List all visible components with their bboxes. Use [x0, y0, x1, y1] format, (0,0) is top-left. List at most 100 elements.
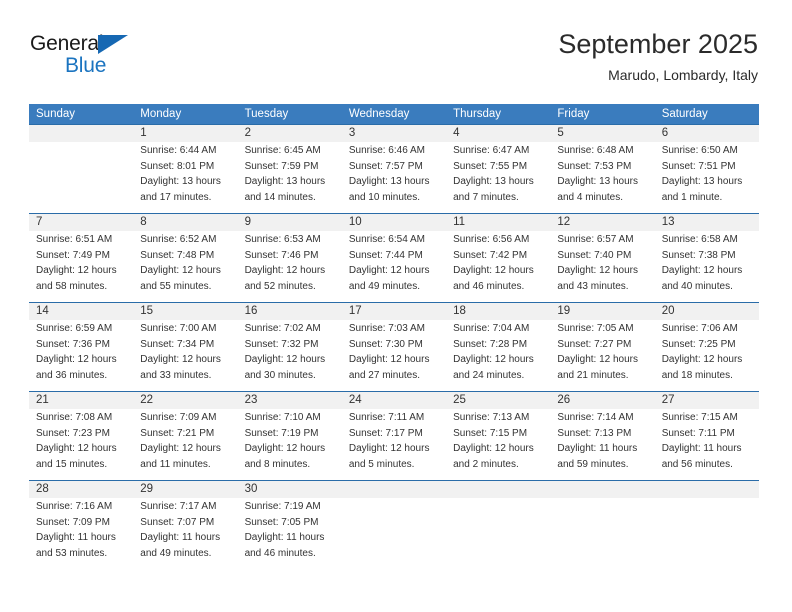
calendar-grid: Sunday Monday Tuesday Wednesday Thursday…: [29, 104, 759, 567]
day-cell[interactable]: 18 Sunrise: 7:04 AM Sunset: 7:28 PM Dayl…: [446, 303, 550, 391]
day-number: 23: [244, 394, 258, 406]
day-cell[interactable]: 7 Sunrise: 6:51 AM Sunset: 7:49 PM Dayli…: [29, 214, 133, 302]
day-number: 13: [661, 216, 675, 228]
day-cell[interactable]: 20 Sunrise: 7:06 AM Sunset: 7:25 PM Dayl…: [655, 303, 759, 391]
daylight-text-line1: Daylight: 13 hours: [348, 176, 430, 188]
day-cell[interactable]: [446, 481, 550, 567]
daylight-text-line1: Daylight: 13 hours: [453, 176, 534, 188]
day-cell[interactable]: 13 Sunrise: 6:58 AM Sunset: 7:38 PM Dayl…: [655, 214, 759, 302]
page-title: September 2025: [558, 29, 758, 59]
daylight-text-line2: and 56 minutes.: [661, 458, 733, 470]
weekday-sunday: Sunday: [36, 108, 76, 120]
daylight-text-line1: Daylight: 11 hours: [661, 443, 742, 455]
day-cell[interactable]: 2 Sunrise: 6:45 AM Sunset: 7:59 PM Dayli…: [238, 125, 342, 213]
sunrise-text: Sunrise: 6:47 AM: [453, 145, 530, 156]
daylight-text-line1: Daylight: 12 hours: [244, 443, 326, 455]
daylight-text-line2: and 8 minutes.: [244, 458, 311, 470]
day-cell[interactable]: 1 Sunrise: 6:44 AM Sunset: 8:01 PM Dayli…: [133, 125, 237, 213]
general-blue-logo[interactable]: General Blue: [30, 32, 150, 84]
sunrise-text: Sunrise: 7:00 AM: [140, 323, 217, 334]
day-cell[interactable]: 17 Sunrise: 7:03 AM Sunset: 7:30 PM Dayl…: [342, 303, 446, 391]
day-cell[interactable]: 16 Sunrise: 7:02 AM Sunset: 7:32 PM Dayl…: [238, 303, 342, 391]
day-cell[interactable]: 24 Sunrise: 7:11 AM Sunset: 7:17 PM Dayl…: [342, 392, 446, 480]
day-number: 6: [661, 127, 669, 139]
day-number: 10: [348, 216, 362, 228]
day-cell[interactable]: 27 Sunrise: 7:15 AM Sunset: 7:11 PM Dayl…: [655, 392, 759, 480]
day-number: 3: [348, 127, 356, 139]
daylight-text-line2: and 18 minutes.: [661, 369, 733, 381]
day-cell[interactable]: 5 Sunrise: 6:48 AM Sunset: 7:53 PM Dayli…: [550, 125, 654, 213]
sunset-text: Sunset: 7:53 PM: [557, 160, 632, 172]
day-cell[interactable]: 25 Sunrise: 7:13 AM Sunset: 7:15 PM Dayl…: [446, 392, 550, 480]
daylight-text-line1: Daylight: 12 hours: [36, 354, 117, 366]
day-cell[interactable]: 26 Sunrise: 7:14 AM Sunset: 7:13 PM Dayl…: [550, 392, 654, 480]
day-number: 17: [348, 305, 362, 317]
daylight-text-line2: and 33 minutes.: [140, 369, 212, 381]
day-cell[interactable]: [29, 125, 133, 213]
sunset-text: Sunset: 7:44 PM: [348, 249, 423, 261]
day-number: 1: [140, 127, 147, 139]
sunrise-text: Sunrise: 7:19 AM: [244, 501, 321, 512]
day-cell[interactable]: 15 Sunrise: 7:00 AM Sunset: 7:34 PM Dayl…: [133, 303, 237, 391]
day-cell[interactable]: [655, 481, 759, 567]
day-cell[interactable]: 11 Sunrise: 6:56 AM Sunset: 7:42 PM Dayl…: [446, 214, 550, 302]
day-cell[interactable]: [342, 481, 446, 567]
sunrise-text: Sunrise: 7:06 AM: [661, 323, 738, 334]
daylight-text-line2: and 52 minutes.: [244, 280, 316, 292]
day-number: 4: [453, 127, 460, 139]
sunset-text: Sunset: 7:23 PM: [36, 427, 110, 439]
daylight-text-line2: and 14 minutes.: [244, 191, 316, 203]
daylight-text-line1: Daylight: 13 hours: [661, 176, 743, 188]
sunset-text: Sunset: 7:48 PM: [140, 249, 215, 261]
daylight-text-line1: Daylight: 11 hours: [557, 443, 638, 455]
title-block: September 2025 Marudo, Lombardy, Italy: [558, 28, 758, 84]
day-cell[interactable]: 12 Sunrise: 6:57 AM Sunset: 7:40 PM Dayl…: [550, 214, 654, 302]
daylight-text-line2: and 30 minutes.: [244, 369, 316, 381]
day-number: 20: [661, 305, 675, 317]
day-number: 2: [244, 127, 251, 139]
day-cell[interactable]: [550, 481, 654, 567]
sunrise-text: Sunrise: 7:14 AM: [557, 412, 634, 423]
day-number: 16: [244, 305, 258, 317]
daylight-text-line2: and 1 minute.: [661, 191, 723, 203]
logo-text-blue: Blue: [65, 54, 107, 77]
day-cell[interactable]: 19 Sunrise: 7:05 AM Sunset: 7:27 PM Dayl…: [550, 303, 654, 391]
day-number: 26: [557, 394, 571, 406]
day-number: 8: [140, 216, 147, 228]
daylight-text-line1: Daylight: 12 hours: [36, 265, 117, 277]
day-number: 27: [661, 394, 675, 406]
sunrise-text: Sunrise: 7:02 AM: [244, 323, 321, 334]
sunrise-text: Sunrise: 7:09 AM: [140, 412, 217, 423]
sunrise-text: Sunrise: 6:44 AM: [140, 145, 217, 156]
day-cell[interactable]: 28 Sunrise: 7:16 AM Sunset: 7:09 PM Dayl…: [29, 481, 133, 567]
day-cell[interactable]: 3 Sunrise: 6:46 AM Sunset: 7:57 PM Dayli…: [342, 125, 446, 213]
day-cell[interactable]: 9 Sunrise: 6:53 AM Sunset: 7:46 PM Dayli…: [238, 214, 342, 302]
week-row: 7 Sunrise: 6:51 AM Sunset: 7:49 PM Dayli…: [29, 213, 759, 302]
day-cell[interactable]: 6 Sunrise: 6:50 AM Sunset: 7:51 PM Dayli…: [655, 125, 759, 213]
daylight-text-line2: and 17 minutes.: [140, 191, 212, 203]
daylight-text-line1: Daylight: 12 hours: [140, 354, 221, 366]
sunrise-text: Sunrise: 7:15 AM: [661, 412, 738, 423]
weekday-saturday: Saturday: [661, 108, 708, 120]
day-number: 24: [348, 394, 362, 406]
day-cell[interactable]: 4 Sunrise: 6:47 AM Sunset: 7:55 PM Dayli…: [446, 125, 550, 213]
sunset-text: Sunset: 7:42 PM: [453, 249, 528, 261]
sunrise-text: Sunrise: 6:51 AM: [36, 234, 113, 245]
day-cell[interactable]: 10 Sunrise: 6:54 AM Sunset: 7:44 PM Dayl…: [342, 214, 446, 302]
daylight-text-line2: and 10 minutes.: [348, 191, 421, 203]
day-cell[interactable]: 22 Sunrise: 7:09 AM Sunset: 7:21 PM Dayl…: [133, 392, 237, 480]
day-cell[interactable]: 14 Sunrise: 6:59 AM Sunset: 7:36 PM Dayl…: [29, 303, 133, 391]
daylight-text-line1: Daylight: 12 hours: [348, 265, 430, 277]
sunrise-text: Sunrise: 6:52 AM: [140, 234, 217, 245]
day-cell[interactable]: 29 Sunrise: 7:17 AM Sunset: 7:07 PM Dayl…: [133, 481, 237, 567]
daylight-text-line1: Daylight: 12 hours: [661, 265, 743, 277]
day-cell[interactable]: 8 Sunrise: 6:52 AM Sunset: 7:48 PM Dayli…: [133, 214, 237, 302]
triangle-icon: [98, 35, 128, 54]
sunset-text: Sunset: 7:19 PM: [244, 427, 319, 439]
day-cell[interactable]: 23 Sunrise: 7:10 AM Sunset: 7:19 PM Dayl…: [238, 392, 342, 480]
sunset-text: Sunset: 7:11 PM: [661, 427, 735, 439]
daylight-text-line2: and 24 minutes.: [453, 369, 525, 381]
day-cell[interactable]: 30 Sunrise: 7:19 AM Sunset: 7:05 PM Dayl…: [238, 481, 342, 567]
sunrise-text: Sunrise: 6:59 AM: [36, 323, 113, 334]
day-cell[interactable]: 21 Sunrise: 7:08 AM Sunset: 7:23 PM Dayl…: [29, 392, 133, 480]
